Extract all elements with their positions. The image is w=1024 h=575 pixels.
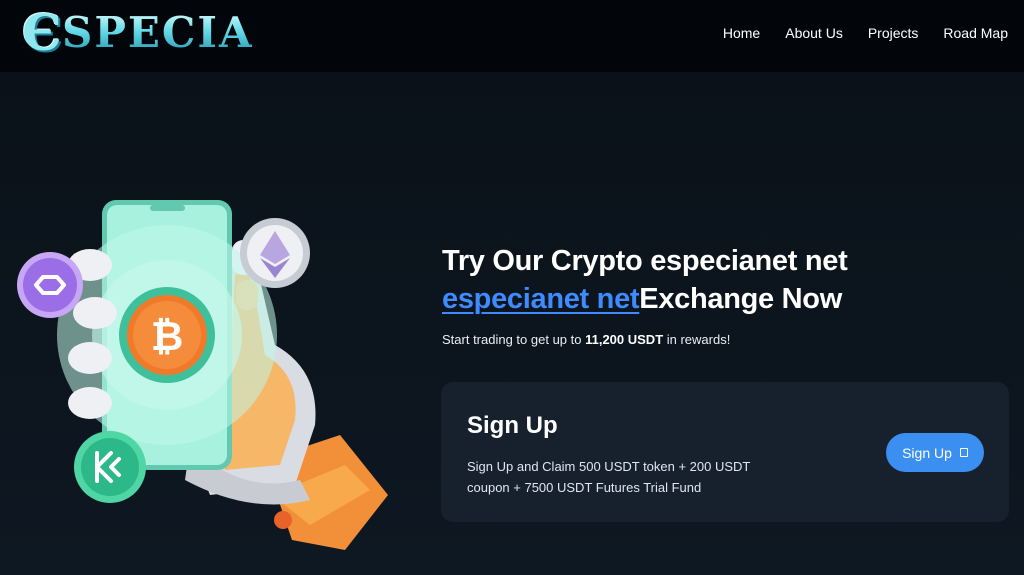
signup-card-description: Sign Up and Claim 500 USDT token + 200 U… bbox=[467, 459, 751, 495]
nav-about-us[interactable]: About Us bbox=[785, 25, 843, 41]
signup-card: Sign Up Sign Up and Claim 500 USDT token… bbox=[441, 382, 1009, 522]
hero-title-line1: Try Our Crypto especianet net bbox=[442, 245, 848, 277]
signup-card-title: Sign Up bbox=[467, 412, 558, 439]
svg-text:₿: ₿ bbox=[151, 314, 184, 360]
nav-road-map[interactable]: Road Map bbox=[943, 25, 1008, 41]
bitcoin-coin-icon: ₿ bbox=[119, 287, 215, 383]
subtitle-prefix: Start trading to get up to bbox=[442, 332, 586, 347]
phone-illustration: ₿ bbox=[17, 200, 388, 550]
subtitle-suffix: in rewards! bbox=[663, 332, 731, 347]
ethereum-coin-icon bbox=[240, 218, 310, 288]
hero-subtitle: Start trading to get up to 11,200 USDT i… bbox=[442, 332, 730, 347]
polygon-coin-icon bbox=[17, 252, 83, 318]
site-header: Є SPECIA Home About Us Projects Road Map bbox=[0, 0, 1024, 72]
nav-home[interactable]: Home bbox=[723, 25, 760, 41]
site-logo[interactable]: Є SPECIA bbox=[22, 8, 254, 58]
kucoin-coin-icon bbox=[74, 431, 146, 503]
logo-text: SPECIA bbox=[62, 8, 254, 57]
hero-title-link[interactable]: especianet net bbox=[442, 283, 640, 315]
hero-title: Try Our Crypto especianet net especianet… bbox=[442, 242, 848, 318]
signup-button[interactable]: Sign Up bbox=[886, 433, 984, 472]
hero-title-line2: especianet netExchange Now bbox=[442, 280, 847, 318]
arrow-box-icon bbox=[959, 448, 968, 457]
logo-mark: Є bbox=[22, 3, 62, 62]
nav-projects[interactable]: Projects bbox=[868, 25, 919, 41]
hero-title-rest: Exchange Now bbox=[639, 283, 842, 315]
signup-button-label: Sign Up bbox=[902, 444, 952, 461]
main-nav: Home About Us Projects Road Map bbox=[723, 0, 1008, 66]
subtitle-amount: 11,200 USDT bbox=[585, 332, 664, 347]
